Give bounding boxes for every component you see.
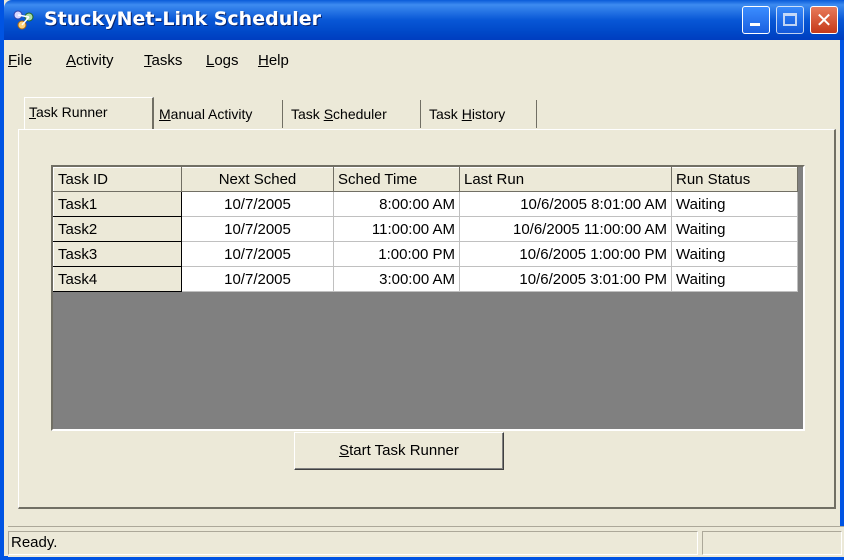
close-icon: ✕ bbox=[815, 8, 833, 32]
app-icon bbox=[13, 10, 34, 30]
task-id-cell[interactable]: Task2 bbox=[53, 216, 182, 242]
maximize-icon bbox=[783, 13, 797, 26]
tab-task-scheduler[interactable]: Task Scheduler bbox=[287, 100, 421, 128]
tab-task-runner[interactable]: Task Runner bbox=[24, 97, 154, 129]
tab-task-history[interactable]: Task History bbox=[425, 100, 537, 128]
sched-time-cell[interactable]: 8:00:00 AM bbox=[333, 191, 460, 217]
task-table: Task ID Next Sched Sched Time Last Run R… bbox=[53, 167, 798, 292]
minimize-button[interactable] bbox=[742, 6, 770, 34]
sched-time-cell[interactable]: 3:00:00 AM bbox=[333, 266, 460, 292]
sched-time-cell[interactable]: 11:00:00 AM bbox=[333, 216, 460, 242]
column-header-task-id[interactable]: Task ID bbox=[53, 167, 182, 192]
close-button[interactable]: ✕ bbox=[810, 6, 838, 34]
run-status-cell[interactable]: Waiting bbox=[671, 241, 798, 267]
next-sched-cell[interactable]: 10/7/2005 bbox=[181, 216, 334, 242]
start-task-runner-button[interactable]: Start Task Runner bbox=[294, 432, 504, 470]
column-header-last-run[interactable]: Last Run bbox=[459, 167, 672, 192]
tab-manual-activity[interactable]: Manual Activity bbox=[155, 100, 283, 128]
task-id-cell[interactable]: Task3 bbox=[53, 241, 182, 267]
last-run-cell[interactable]: 10/6/2005 3:01:00 PM bbox=[459, 266, 672, 292]
window-title: StuckyNet-Link Scheduler bbox=[44, 8, 321, 30]
column-header-next-sched[interactable]: Next Sched bbox=[181, 167, 334, 192]
last-run-cell[interactable]: 10/6/2005 11:00:00 AM bbox=[459, 216, 672, 242]
run-status-cell[interactable]: Waiting bbox=[671, 266, 798, 292]
status-bar: Ready. bbox=[8, 526, 844, 557]
table-row[interactable]: Task4 10/7/2005 3:00:00 AM 10/6/2005 3:0… bbox=[53, 266, 798, 292]
run-status-cell[interactable]: Waiting bbox=[671, 216, 798, 242]
title-bar[interactable]: StuckyNet-Link Scheduler ✕ bbox=[4, 0, 844, 40]
header-row: Task ID Next Sched Sched Time Last Run R… bbox=[53, 167, 798, 192]
menu-help[interactable]: Help bbox=[258, 52, 289, 69]
minimize-icon bbox=[750, 23, 760, 26]
menu-activity[interactable]: Activity bbox=[66, 52, 114, 69]
last-run-cell[interactable]: 10/6/2005 8:01:00 AM bbox=[459, 191, 672, 217]
menu-tasks[interactable]: Tasks bbox=[144, 52, 182, 69]
table-row[interactable]: Task3 10/7/2005 1:00:00 PM 10/6/2005 1:0… bbox=[53, 241, 798, 267]
table-row[interactable]: Task2 10/7/2005 11:00:00 AM 10/6/2005 11… bbox=[53, 216, 798, 242]
sched-time-cell[interactable]: 1:00:00 PM bbox=[333, 241, 460, 267]
next-sched-cell[interactable]: 10/7/2005 bbox=[181, 191, 334, 217]
status-pane-secondary bbox=[702, 531, 842, 555]
task-id-cell[interactable]: Task4 bbox=[53, 266, 182, 292]
menu-logs[interactable]: Logs bbox=[206, 52, 239, 69]
status-text: Ready. bbox=[8, 531, 698, 555]
app-window: StuckyNet-Link Scheduler ✕ File Activity… bbox=[0, 0, 844, 560]
menu-file[interactable]: File bbox=[8, 52, 32, 69]
last-run-cell[interactable]: 10/6/2005 1:00:00 PM bbox=[459, 241, 672, 267]
maximize-button[interactable] bbox=[776, 6, 804, 34]
next-sched-cell[interactable]: 10/7/2005 bbox=[181, 266, 334, 292]
task-id-cell[interactable]: Task1 bbox=[53, 191, 182, 217]
column-header-run-status[interactable]: Run Status bbox=[671, 167, 798, 192]
next-sched-cell[interactable]: 10/7/2005 bbox=[181, 241, 334, 267]
run-status-cell[interactable]: Waiting bbox=[671, 191, 798, 217]
table-row[interactable]: Task1 10/7/2005 8:00:00 AM 10/6/2005 8:0… bbox=[53, 191, 798, 217]
column-header-sched-time[interactable]: Sched Time bbox=[333, 167, 460, 192]
task-grid[interactable]: Task ID Next Sched Sched Time Last Run R… bbox=[51, 165, 805, 431]
